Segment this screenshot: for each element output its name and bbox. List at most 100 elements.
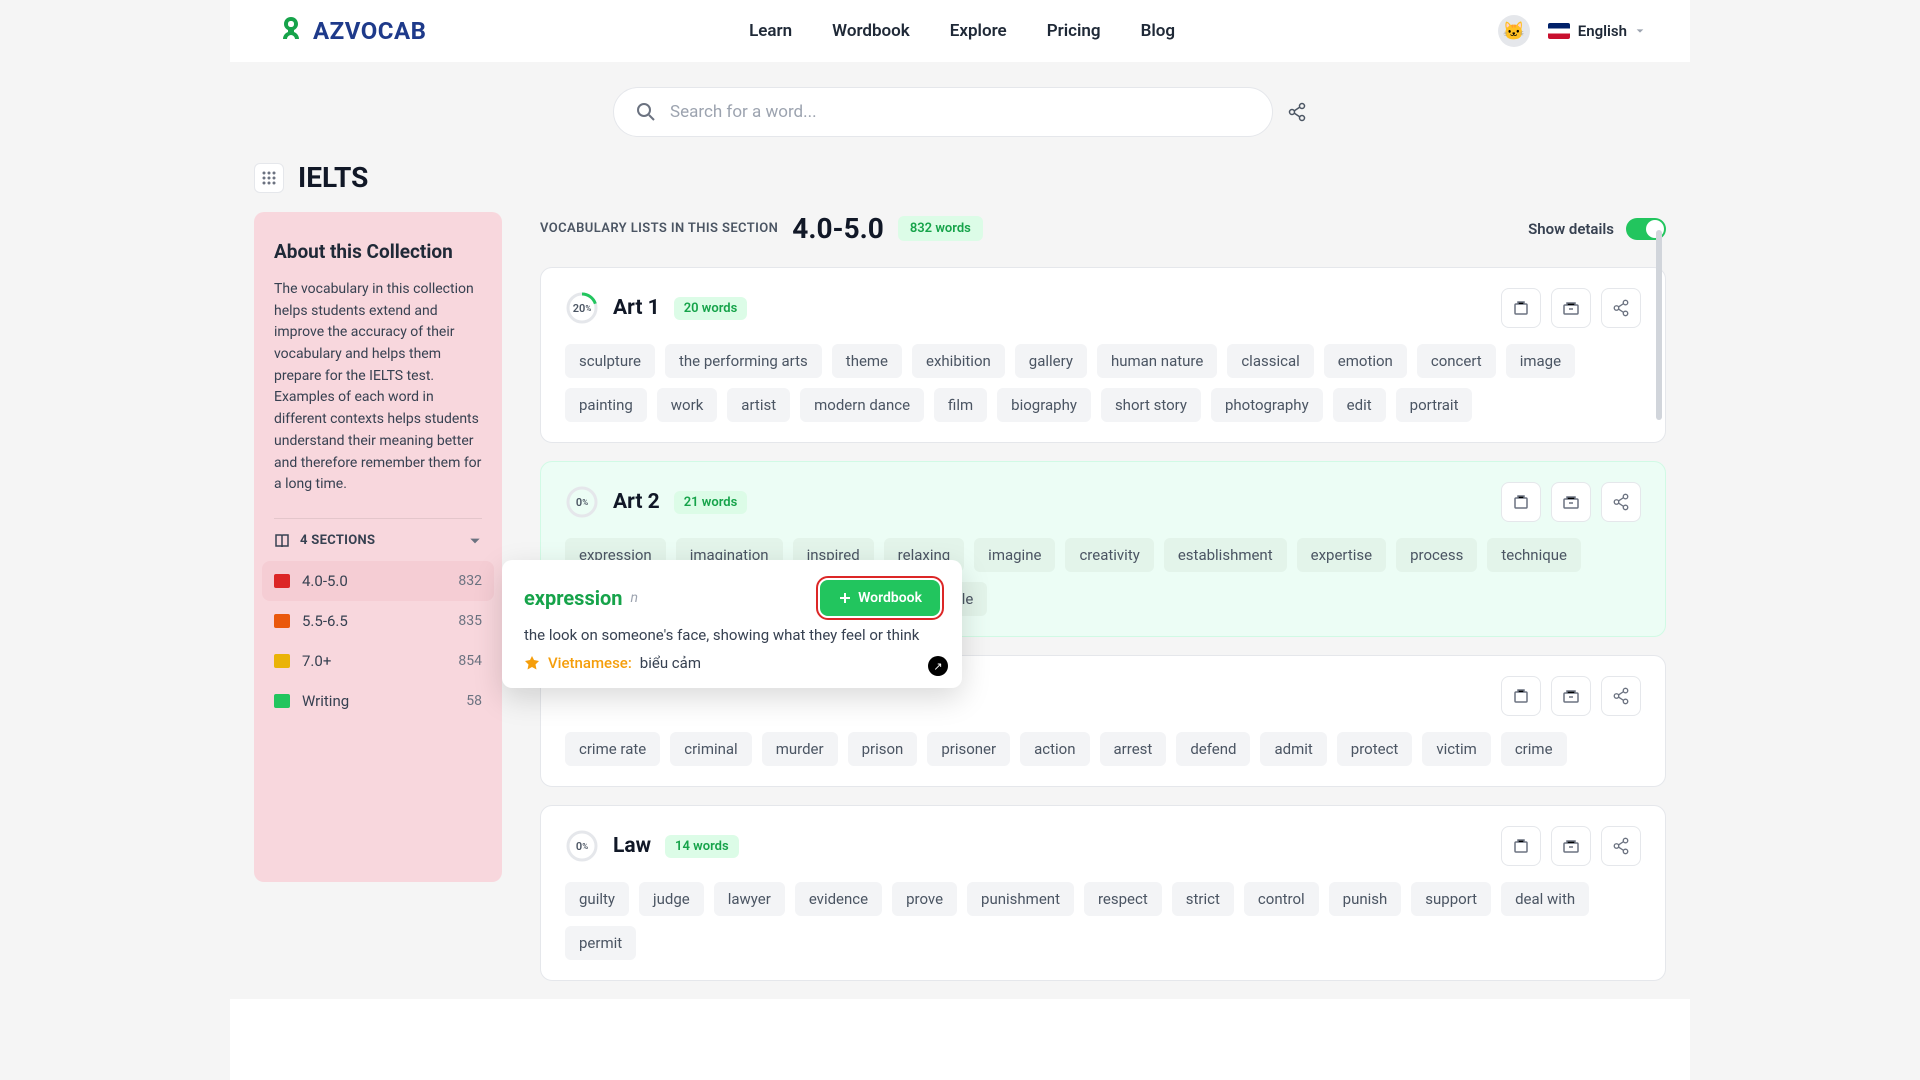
share-icon[interactable] [1287, 102, 1307, 122]
popup-definition: the look on someone's face, showing what… [524, 626, 940, 644]
archive-button[interactable] [1501, 288, 1541, 328]
share-button[interactable] [1601, 288, 1641, 328]
word-tag[interactable]: crime rate [565, 732, 660, 766]
card-word-count: 20 words [674, 297, 748, 320]
word-tag[interactable]: criminal [670, 732, 751, 766]
word-tag[interactable]: painting [565, 388, 647, 422]
search-input[interactable] [670, 102, 1250, 122]
sidebar-description: The vocabulary in this collection helps … [274, 279, 482, 496]
word-tag[interactable]: admit [1260, 732, 1326, 766]
word-tag[interactable]: control [1244, 882, 1319, 916]
add-wordbook-button[interactable]: Wordbook [820, 580, 940, 616]
word-tag[interactable]: strict [1172, 882, 1234, 916]
nav-learn[interactable]: Learn [749, 21, 792, 41]
main-nav: Learn Wordbook Explore Pricing Blog [749, 21, 1175, 41]
word-tag[interactable]: action [1020, 732, 1089, 766]
archive-button[interactable] [1501, 826, 1541, 866]
word-tag[interactable]: establishment [1164, 538, 1287, 572]
word-tag[interactable]: prison [848, 732, 918, 766]
word-tag[interactable]: creativity [1065, 538, 1153, 572]
briefcase-button[interactable] [1551, 826, 1591, 866]
word-tag[interactable]: deal with [1501, 882, 1589, 916]
word-tag[interactable]: the performing arts [665, 344, 822, 378]
word-tag[interactable]: human nature [1097, 344, 1217, 378]
language-label: English [1578, 22, 1627, 40]
share-button[interactable] [1601, 826, 1641, 866]
word-tag[interactable]: punishment [967, 882, 1074, 916]
card-word-count: 21 words [674, 491, 748, 514]
briefcase-button[interactable] [1551, 288, 1591, 328]
briefcase-button[interactable] [1551, 676, 1591, 716]
archive-button[interactable] [1501, 482, 1541, 522]
nav-blog[interactable]: Blog [1141, 21, 1176, 41]
progress-ring: 0% [565, 829, 599, 863]
page-title: IELTS [298, 161, 368, 194]
word-tag[interactable]: edit [1333, 388, 1386, 422]
nav-pricing[interactable]: Pricing [1047, 21, 1101, 41]
word-tag[interactable]: respect [1084, 882, 1162, 916]
word-tag[interactable]: punish [1329, 882, 1402, 916]
word-tag[interactable]: modern dance [800, 388, 924, 422]
section-item[interactable]: 4.0-5.0832 [262, 561, 494, 601]
section-item[interactable]: 5.5-6.5835 [262, 601, 494, 641]
folder-icon [274, 614, 290, 628]
word-tag[interactable]: judge [639, 882, 704, 916]
expand-icon[interactable]: ↗ [928, 656, 948, 676]
word-tag[interactable]: victim [1422, 732, 1490, 766]
word-tag[interactable]: emotion [1324, 344, 1407, 378]
nav-explore[interactable]: Explore [950, 21, 1007, 41]
word-tag[interactable]: protect [1337, 732, 1413, 766]
word-tag[interactable]: artist [727, 388, 790, 422]
word-tag[interactable]: support [1411, 882, 1491, 916]
logo[interactable]: AZVOCAB [275, 15, 426, 47]
sections-header[interactable]: 4 SECTIONS [274, 533, 482, 549]
flag-icon [1548, 23, 1570, 39]
share-button[interactable] [1601, 482, 1641, 522]
word-tag[interactable]: murder [762, 732, 838, 766]
word-tag[interactable]: film [934, 388, 987, 422]
word-tag[interactable]: guilty [565, 882, 629, 916]
folder-icon [274, 694, 290, 708]
word-tag[interactable]: gallery [1015, 344, 1087, 378]
section-item[interactable]: 7.0+854 [262, 641, 494, 681]
word-tag[interactable]: defend [1176, 732, 1250, 766]
word-tag[interactable]: biography [997, 388, 1091, 422]
word-tag[interactable]: technique [1487, 538, 1581, 572]
word-tag[interactable]: prove [892, 882, 957, 916]
word-tag[interactable]: photography [1211, 388, 1323, 422]
word-tag[interactable]: sculpture [565, 344, 655, 378]
folder-icon [274, 654, 290, 668]
avatar[interactable]: 🐱 [1498, 15, 1530, 47]
card-word-count: 14 words [665, 835, 739, 858]
section-item[interactable]: Writing58 [262, 681, 494, 721]
word-tag[interactable]: lawyer [714, 882, 785, 916]
header: AZVOCAB Learn Wordbook Explore Pricing B… [230, 0, 1690, 62]
word-tag[interactable]: evidence [795, 882, 882, 916]
word-tag[interactable]: classical [1227, 344, 1313, 378]
word-tag[interactable]: imagine [974, 538, 1055, 572]
word-tag[interactable]: image [1506, 344, 1575, 378]
vocab-card: 20% Art 1 20 words sculpturethe performi… [540, 267, 1666, 443]
word-tag[interactable]: short story [1101, 388, 1201, 422]
word-tag[interactable]: portrait [1396, 388, 1473, 422]
word-tag[interactable]: permit [565, 926, 636, 960]
word-tag[interactable]: process [1396, 538, 1477, 572]
word-tag[interactable]: theme [832, 344, 902, 378]
word-tag[interactable]: work [657, 388, 718, 422]
word-tag[interactable]: crime [1501, 732, 1567, 766]
language-selector[interactable]: English [1548, 22, 1645, 40]
share-button[interactable] [1601, 676, 1641, 716]
card-title: Law [613, 834, 651, 858]
word-tag[interactable]: prisoner [927, 732, 1010, 766]
archive-button[interactable] [1501, 676, 1541, 716]
briefcase-button[interactable] [1551, 482, 1591, 522]
search-box[interactable] [613, 87, 1273, 137]
word-tag[interactable]: exhibition [912, 344, 1005, 378]
folder-icon [274, 574, 290, 588]
word-tag[interactable]: expertise [1297, 538, 1386, 572]
word-tag[interactable]: concert [1417, 344, 1496, 378]
nav-wordbook[interactable]: Wordbook [832, 21, 910, 41]
word-tag[interactable]: arrest [1100, 732, 1167, 766]
scrollbar[interactable] [1656, 230, 1662, 420]
grid-icon[interactable] [254, 163, 284, 193]
